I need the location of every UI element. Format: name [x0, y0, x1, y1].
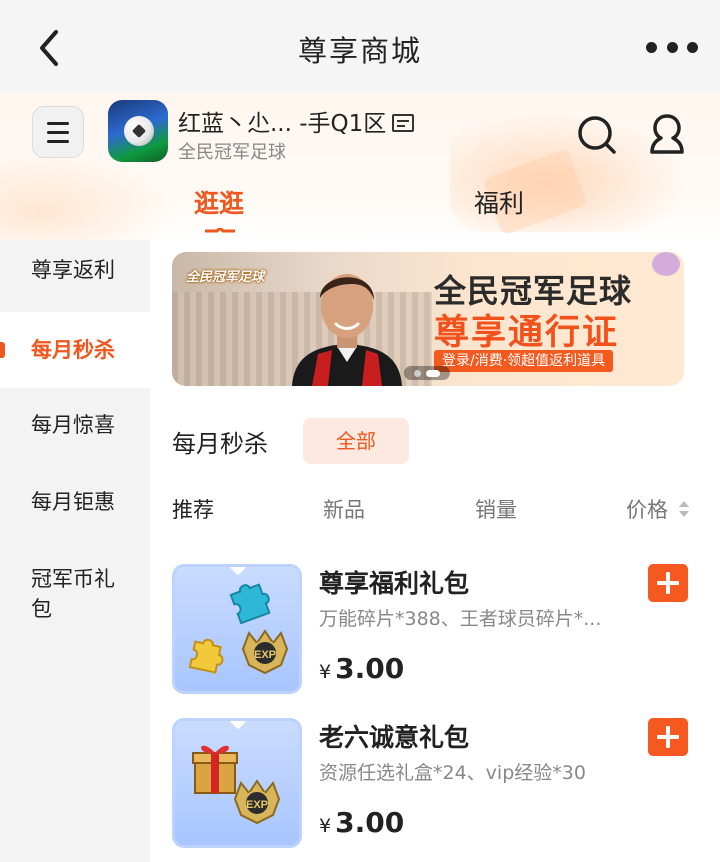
sidebar-item-monthly-deals[interactable]: 每月钜惠: [0, 487, 150, 527]
banner-player-image: [292, 274, 402, 386]
tab-welfare[interactable]: 福利: [474, 184, 524, 220]
game-header: 红蓝丶尐... -手Q1区 全民冠军足球 逛逛 福利: [0, 92, 720, 240]
sort-price[interactable]: 价格: [626, 494, 668, 524]
product-title: 老六诚意礼包: [319, 723, 470, 752]
active-tab-indicator: [205, 228, 235, 233]
currency-symbol: ¥: [319, 815, 332, 837]
more-options-icon[interactable]: [646, 32, 698, 62]
carousel-indicator: [404, 366, 450, 380]
game-logo-icon: [108, 100, 168, 162]
banner-tagline: 登录/消费·领超值返利道具: [434, 350, 614, 372]
server-name: 红蓝丶尐... -手Q1区: [178, 111, 387, 137]
product-price: ¥3.00: [319, 652, 404, 685]
sort-new[interactable]: 新品: [323, 494, 365, 524]
product-title: 尊享福利礼包: [319, 569, 470, 598]
product-thumbnail: EXP: [172, 564, 302, 694]
add-to-cart-button[interactable]: [648, 564, 688, 602]
banner-logo: 全民冠军足球: [186, 270, 265, 285]
currency-symbol: ¥: [319, 661, 332, 683]
svg-text:EXP: EXP: [246, 799, 268, 811]
tab-browse[interactable]: 逛逛: [194, 184, 244, 220]
product-card[interactable]: EXP 尊享福利礼包 万能碎片*388、王者球员碎片*... ¥3.00: [172, 564, 702, 694]
top-nav-bar: 尊享商城: [0, 0, 720, 92]
main-content: 全民冠军足球 全民冠军足球 尊享通行证 登录/消费·领超值返利道具 每月秒杀 全…: [150, 240, 720, 862]
puzzle-piece-icon: EXP: [188, 583, 289, 675]
user-profile-icon[interactable]: [648, 112, 686, 156]
price-value: 3.00: [335, 806, 405, 839]
svg-text:EXP: EXP: [254, 649, 276, 661]
sort-sales[interactable]: 销量: [475, 494, 517, 524]
category-sidebar: 尊享返利 每月秒杀 每月惊喜 每月钜惠 冠军币礼包: [0, 240, 150, 862]
product-description: 万能碎片*388、王者球员碎片*...: [319, 608, 602, 630]
sidebar-item-label: 每月惊喜: [31, 413, 115, 437]
sidebar-item-label: 冠军币礼包: [31, 567, 115, 621]
sort-recommend[interactable]: 推荐: [172, 494, 214, 524]
switch-server-icon[interactable]: [392, 113, 415, 132]
section-title: 每月秒杀: [172, 430, 268, 458]
sidebar-item-champion-coin-pack[interactable]: 冠军币礼包: [0, 564, 120, 634]
product-thumbnail: EXP: [172, 718, 302, 848]
menu-button[interactable]: [32, 106, 84, 158]
promo-banner[interactable]: 全民冠军足球 全民冠军足球 尊享通行证 登录/消费·领超值返利道具: [172, 252, 684, 386]
price-value: 3.00: [335, 652, 405, 685]
banner-subtitle: 尊享通行证: [434, 313, 620, 353]
product-card[interactable]: EXP 老六诚意礼包 资源任选礼盒*24、vip经验*30 ¥3.00: [172, 718, 702, 848]
product-description: 资源任选礼盒*24、vip经验*30: [319, 762, 586, 784]
sort-toggle-icon[interactable]: [678, 498, 690, 520]
product-price: ¥3.00: [319, 806, 404, 839]
add-to-cart-button[interactable]: [648, 718, 688, 756]
page-title: 尊享商城: [297, 34, 422, 68]
sidebar-item-label: 尊享返利: [31, 258, 115, 282]
server-selector[interactable]: 红蓝丶尐... -手Q1区: [178, 104, 415, 138]
sidebar-item-label: 每月钜惠: [31, 490, 115, 514]
filter-chip-all[interactable]: 全部: [303, 418, 409, 464]
sidebar-item-monthly-surprise[interactable]: 每月惊喜: [0, 410, 150, 450]
sidebar-item-monthly-flash-sale[interactable]: 每月秒杀: [0, 312, 150, 388]
sidebar-item-exclusive-rebate[interactable]: 尊享返利: [0, 255, 150, 315]
game-name: 全民冠军足球: [178, 142, 286, 163]
gift-box-icon: EXP: [192, 745, 281, 825]
banner-corner-badge: [652, 252, 680, 276]
header-decoration: [0, 152, 180, 240]
search-icon[interactable]: [576, 114, 618, 156]
sidebar-item-label: 每月秒杀: [31, 338, 115, 362]
